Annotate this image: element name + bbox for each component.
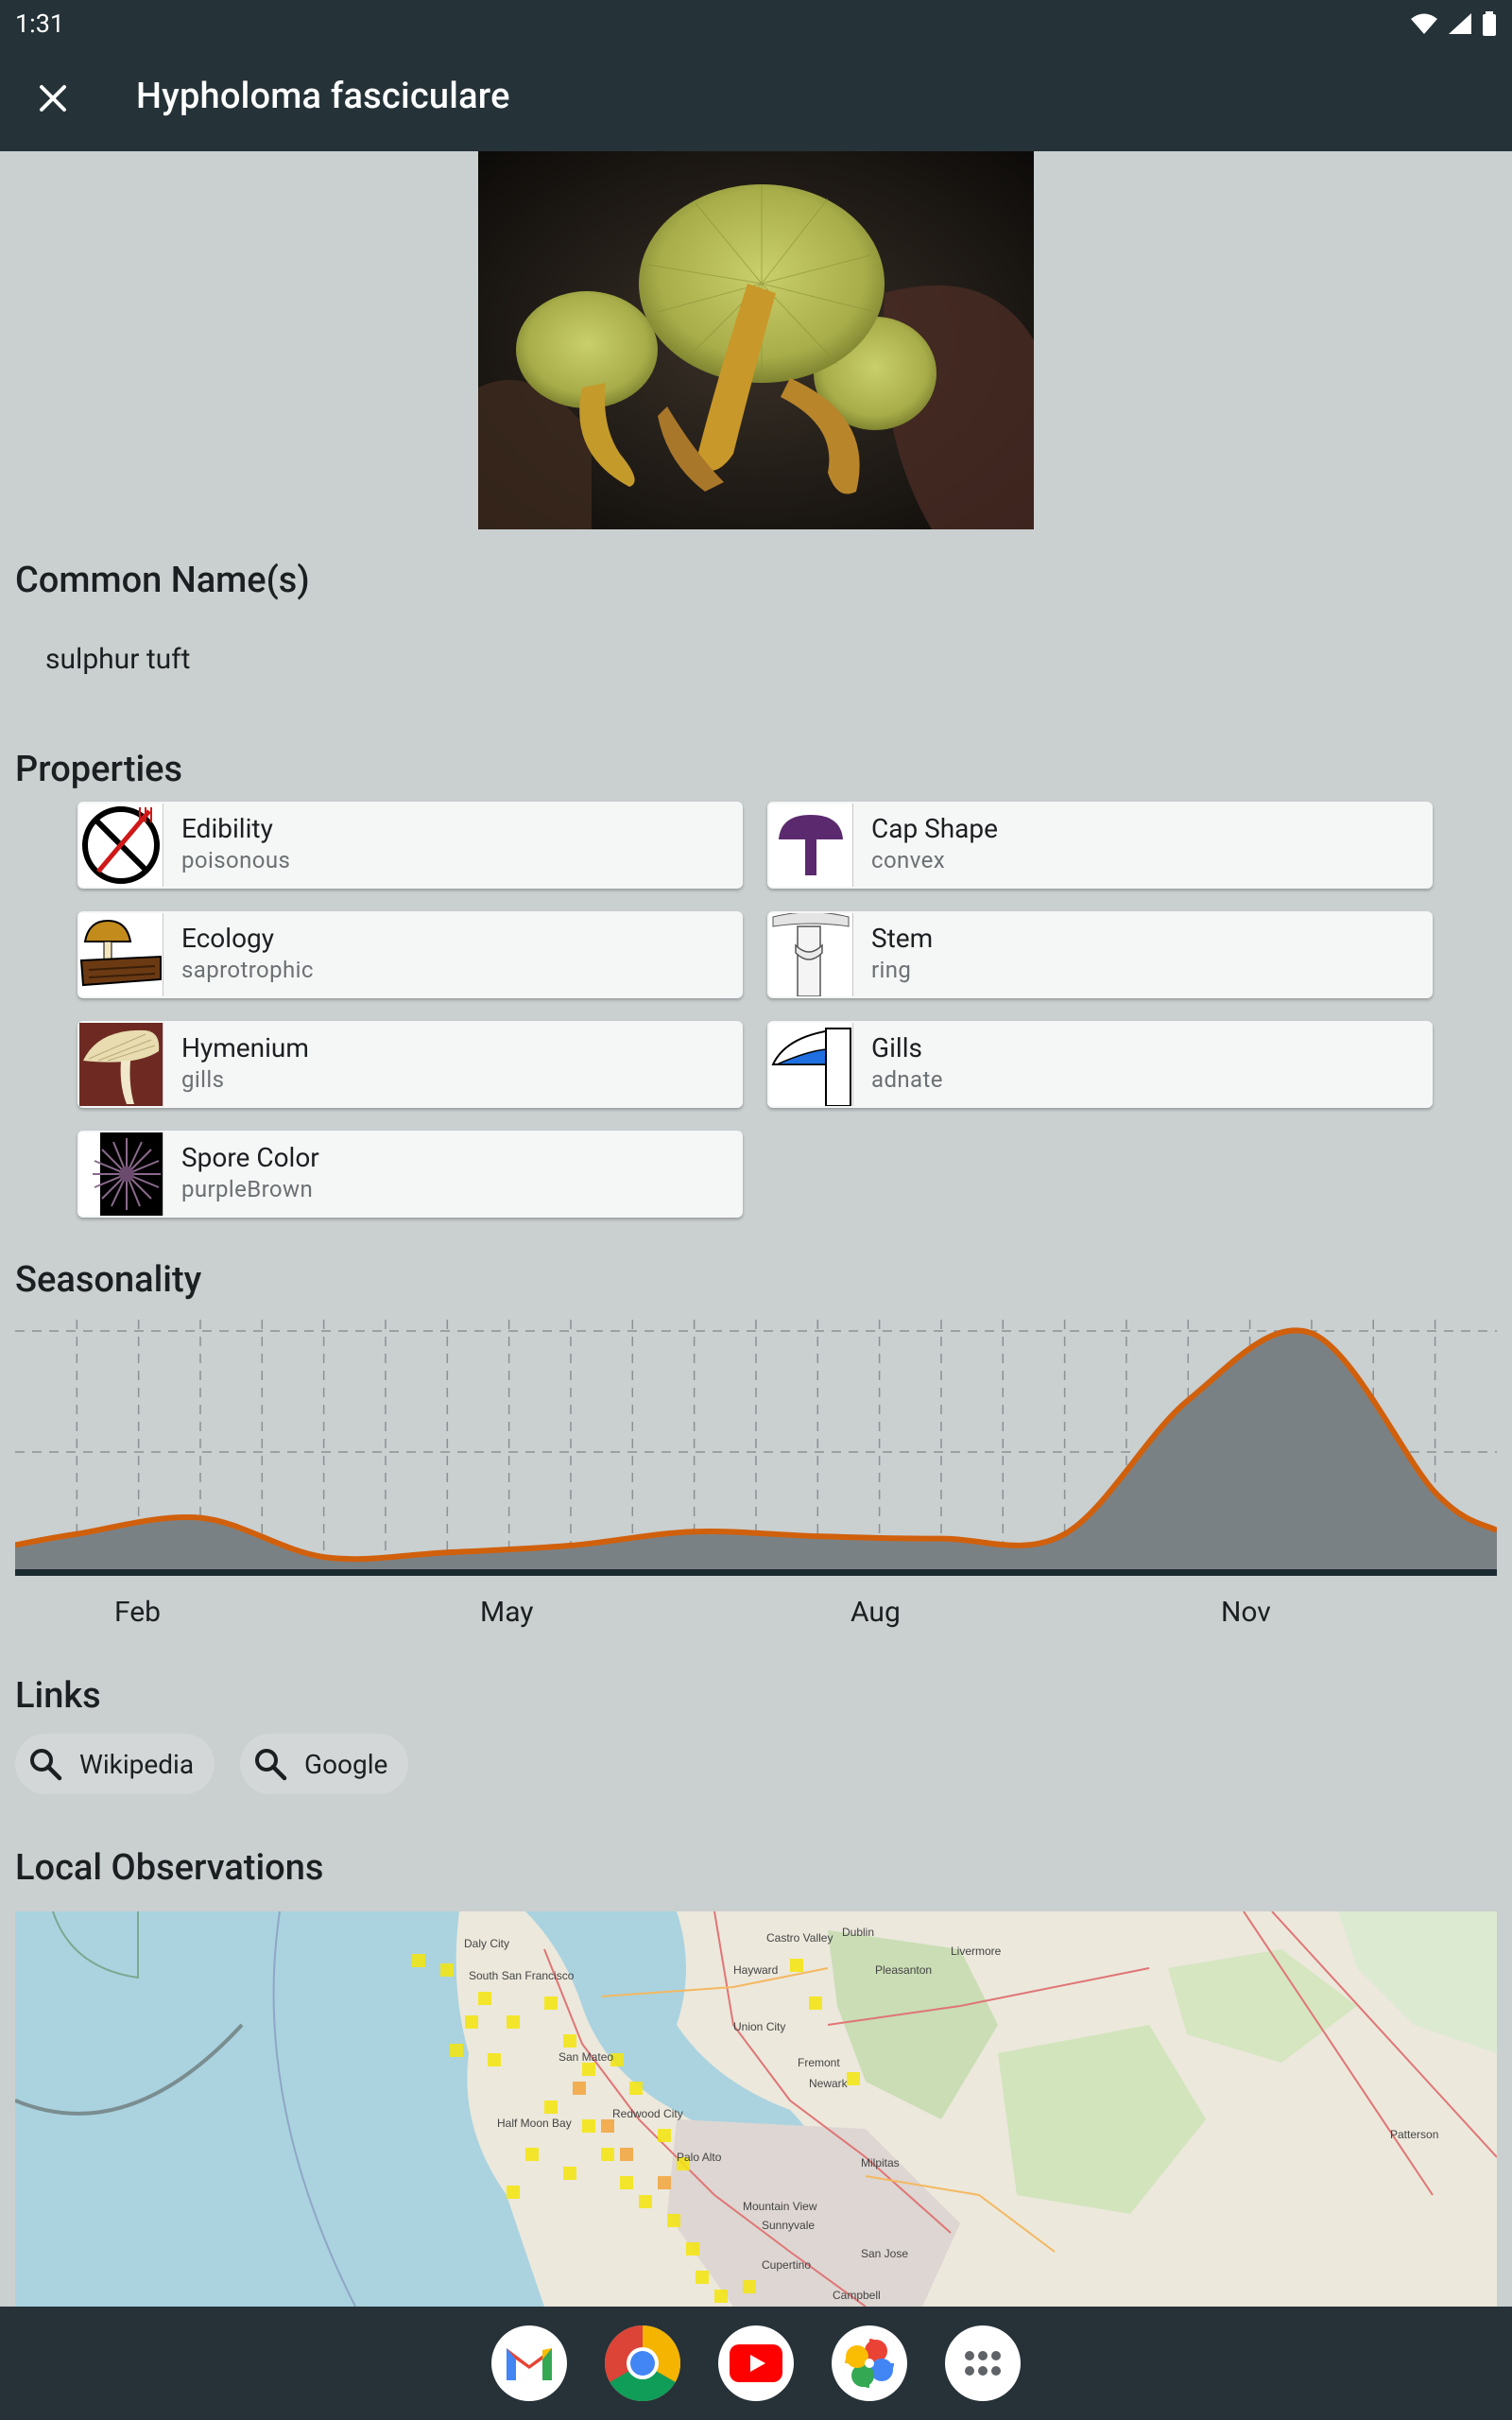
photos-icon[interactable] <box>832 2325 907 2401</box>
property-card-gills[interactable]: Gills adnate <box>767 1021 1433 1108</box>
map-label: Pleasanton <box>875 1963 932 1977</box>
map-label: Patterson <box>1390 2128 1438 2141</box>
properties-heading: Properties <box>15 749 183 790</box>
property-title: Gills <box>871 1032 922 1063</box>
property-value: gills <box>181 1066 225 1093</box>
close-icon <box>40 85 66 112</box>
map-label: Union City <box>733 2020 785 2033</box>
map-label: Castro Valley <box>766 1931 833 1945</box>
stem-ring-icon <box>769 911 853 997</box>
property-title: Ecology <box>181 923 275 954</box>
map-label: Campbell <box>833 2289 881 2302</box>
map-label: Fremont <box>798 2056 840 2069</box>
map-label: South San Francisco <box>469 1969 575 1982</box>
property-value: poisonous <box>181 847 291 873</box>
map-label: Newark <box>809 2077 849 2090</box>
month-label-feb: Feb <box>114 1596 162 1629</box>
map-label: Palo Alto <box>677 2151 722 2164</box>
map-label: Livermore <box>951 1945 1002 1958</box>
property-value: ring <box>871 957 912 983</box>
species-photo[interactable] <box>478 151 1034 529</box>
app-bar: Hypholoma fasciculare <box>0 47 1512 151</box>
link-wikipedia[interactable]: Wikipedia <box>15 1734 215 1794</box>
status-time: 1:31 <box>15 9 65 39</box>
property-card-hymenium[interactable]: Hymenium gills <box>77 1021 743 1108</box>
close-button[interactable] <box>23 68 83 129</box>
status-icons <box>1410 11 1497 36</box>
page-title: Hypholoma fasciculare <box>136 76 510 117</box>
cap-shape-icon <box>769 804 853 887</box>
map-label: Half Moon Bay <box>497 2117 572 2130</box>
link-google[interactable]: Google <box>240 1734 409 1794</box>
search-icon <box>30 1749 62 1781</box>
youtube-icon[interactable] <box>718 2325 794 2401</box>
signal-icon <box>1449 13 1471 34</box>
status-bar: 1:31 <box>0 0 1512 47</box>
map-label: Cupertino <box>762 2258 811 2272</box>
links-heading: Links <box>15 1675 101 1717</box>
map-label: Hayward <box>733 1963 778 1977</box>
month-label-may: May <box>480 1596 534 1629</box>
map-label: San Mateo <box>558 2050 613 2064</box>
chart-baseline <box>15 1569 1497 1576</box>
spore-print-icon <box>79 1132 163 1216</box>
month-label-nov: Nov <box>1221 1596 1271 1629</box>
observations-map[interactable]: Daly City South San Francisco San Mateo … <box>15 1911 1497 2307</box>
gmail-icon[interactable] <box>491 2325 567 2401</box>
hymenium-icon <box>79 1023 163 1106</box>
map-label: San Jose <box>861 2247 908 2260</box>
property-title: Hymenium <box>181 1032 309 1063</box>
bottom-dock <box>0 2307 1512 2420</box>
property-card-edibility[interactable]: Edibility poisonous <box>77 802 743 889</box>
common-name-item: sulphur tuft <box>45 643 191 676</box>
seasonality-heading: Seasonality <box>15 1259 202 1301</box>
link-label: Wikipedia <box>79 1748 195 1780</box>
month-label-aug: Aug <box>850 1596 901 1629</box>
ecology-icon <box>79 913 163 996</box>
property-card-ecology[interactable]: Ecology saprotrophic <box>77 911 743 998</box>
map-label: Mountain View <box>743 2200 817 2213</box>
seasonality-chart <box>15 1320 1497 1576</box>
mushroom-photo-image <box>478 151 1034 529</box>
link-label: Google <box>304 1748 388 1780</box>
property-value: purpleBrown <box>181 1176 314 1202</box>
common-names-heading: Common Name(s) <box>15 560 310 601</box>
wifi-icon <box>1411 13 1437 34</box>
property-value: saprotrophic <box>181 957 314 983</box>
property-title: Stem <box>871 923 934 954</box>
observations-heading: Local Observations <box>15 1847 324 1889</box>
battery-icon <box>1483 11 1496 36</box>
map-label: Redwood City <box>612 2107 683 2120</box>
map-label: Dublin <box>842 1926 874 1939</box>
gills-icon <box>769 1023 853 1107</box>
no-eat-icon <box>79 804 163 887</box>
property-title: Spore Color <box>181 1142 319 1173</box>
search-icon <box>255 1749 287 1781</box>
property-title: Edibility <box>181 813 273 844</box>
app-drawer-icon[interactable] <box>945 2325 1021 2401</box>
property-card-spore-color[interactable]: Spore Color purpleBrown <box>77 1131 743 1218</box>
map-label: Milpitas <box>861 2156 900 2169</box>
property-card-stem[interactable]: Stem ring <box>767 911 1433 998</box>
map-label: Sunnyvale <box>762 2219 815 2232</box>
property-title: Cap Shape <box>871 813 998 844</box>
property-value: convex <box>871 847 946 873</box>
property-value: adnate <box>871 1066 943 1093</box>
property-card-cap-shape[interactable]: Cap Shape convex <box>767 802 1433 889</box>
map-label: Daly City <box>464 1937 509 1950</box>
chrome-icon[interactable] <box>605 2325 680 2401</box>
